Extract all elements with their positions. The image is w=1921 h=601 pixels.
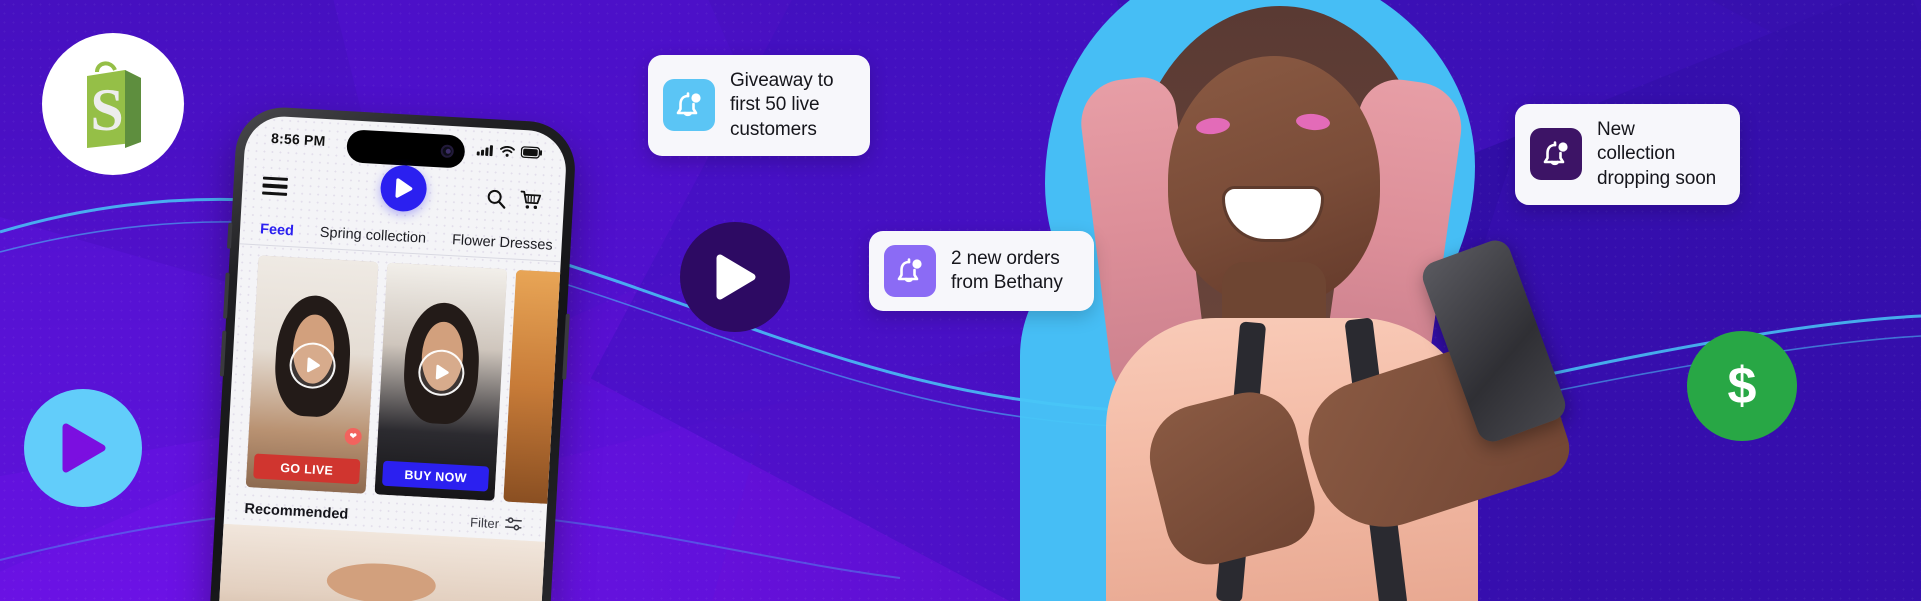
notification-text: Giveaway to first 50 live customers: [730, 70, 834, 140]
sliders-filter-icon: [504, 517, 522, 531]
feed-card-grid: ❤ GO LIVE BUY NOW: [226, 244, 568, 505]
feed-card-live[interactable]: ❤ GO LIVE: [245, 255, 379, 494]
notification-card-collection[interactable]: New collection dropping soon: [1515, 104, 1740, 205]
phone-mockup: 8:56 PM Feed Spring collection Flower Dr…: [206, 105, 578, 601]
tab-feed[interactable]: Feed: [259, 221, 295, 246]
play-icon: [716, 254, 756, 300]
status-icons: [476, 143, 544, 159]
notification-text: New collection dropping soon: [1597, 119, 1717, 189]
cellular-signal-icon: [476, 145, 493, 157]
bell-notification-icon: [663, 79, 715, 132]
hamburger-menu-icon[interactable]: [262, 176, 289, 197]
feed-card-buy[interactable]: BUY NOW: [374, 262, 508, 501]
filter-label: Filter: [469, 514, 500, 531]
notification-text: 2 new orders from Bethany: [951, 247, 1063, 293]
bell-notification-icon: [884, 245, 936, 297]
phone-frame: 8:56 PM Feed Spring collection Flower Dr…: [206, 105, 578, 601]
play-circle-icon[interactable]: [379, 164, 428, 213]
play-button-blue[interactable]: [24, 389, 142, 507]
front-camera-icon: [440, 144, 455, 159]
notification-card-orders[interactable]: 2 new orders from Bethany: [869, 231, 1094, 311]
play-button-dark[interactable]: [680, 222, 790, 332]
filter-button[interactable]: Filter: [470, 514, 523, 532]
dynamic-island: [345, 129, 466, 169]
phone-mute-switch[interactable]: [226, 222, 233, 249]
status-time: 8:56 PM: [270, 129, 326, 149]
recommended-card[interactable]: [216, 523, 546, 601]
notification-card-giveaway[interactable]: Giveaway to first 50 live customers: [648, 55, 870, 156]
model-photo: [1010, 0, 1630, 601]
header-icon-group: [486, 188, 543, 211]
shopify-logo-badge: S: [42, 33, 184, 175]
bell-notification-icon: [1530, 128, 1582, 181]
shopping-cart-icon[interactable]: [520, 190, 543, 211]
shopify-bag-logo: S: [87, 61, 141, 148]
play-icon: [395, 178, 413, 198]
wifi-icon: [500, 145, 515, 157]
recommended-title: Recommended: [244, 501, 349, 523]
dollar-button-green[interactable]: $: [1687, 331, 1797, 441]
svg-text:S: S: [90, 77, 123, 143]
phone-screen: 8:56 PM Feed Spring collection Flower Dr…: [216, 114, 568, 601]
search-icon[interactable]: [486, 188, 507, 209]
dollar-icon: $: [1728, 357, 1757, 415]
banner-stage: S $ Giveaway to first 50 live customers …: [0, 0, 1921, 601]
svg-text:$: $: [1728, 357, 1757, 415]
battery-full-icon: [520, 146, 543, 159]
play-icon: [62, 423, 106, 473]
recommended-thumbnail: [216, 523, 546, 601]
